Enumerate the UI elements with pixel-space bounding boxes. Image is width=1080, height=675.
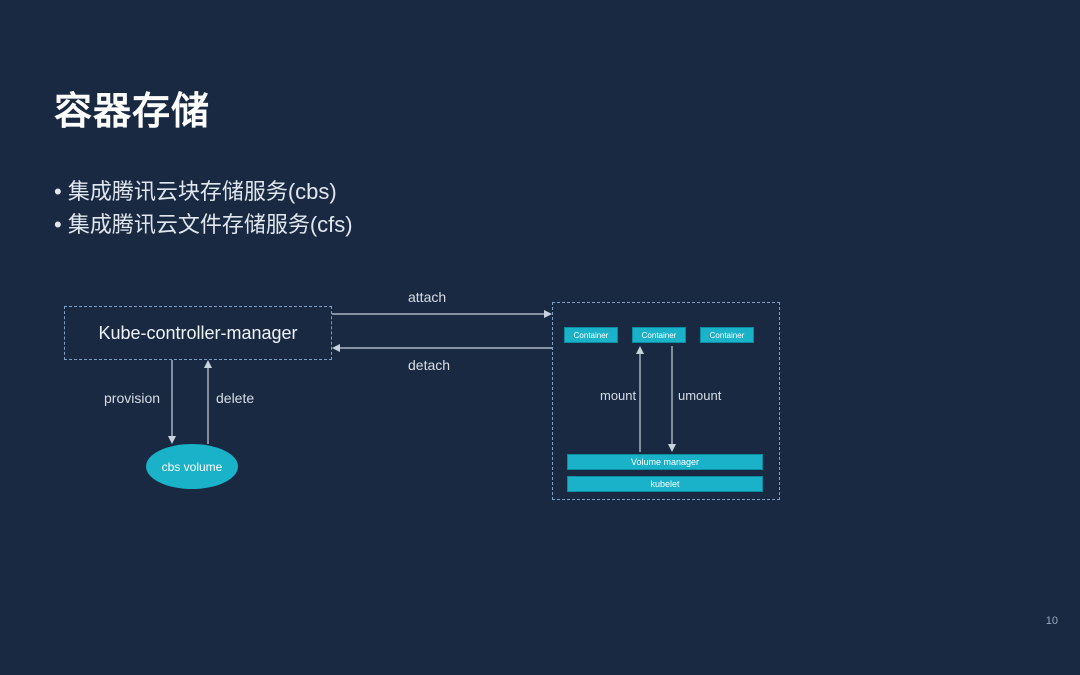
bullet-item: 集成腾讯云文件存储服务(cfs) [54,208,353,241]
kube-controller-manager-box: Kube-controller-manager [64,306,332,360]
umount-label: umount [678,388,721,403]
bullet-item: 集成腾讯云块存储服务(cbs) [54,175,353,208]
container-chip: Container [564,327,618,343]
attach-label: attach [408,289,446,305]
page-number: 10 [1046,615,1058,627]
cbs-volume-label: cbs volume [162,460,223,474]
kubelet-bar: kubelet [567,476,763,492]
bullet-list: 集成腾讯云块存储服务(cbs) 集成腾讯云文件存储服务(cfs) [54,175,353,241]
container-chip: Container [632,327,686,343]
mount-label: mount [600,388,636,403]
slide-title: 容器存储 [54,80,210,135]
container-chip: Container [700,327,754,343]
kcm-label: Kube-controller-manager [98,323,297,344]
cbs-volume-ellipse: cbs volume [146,444,238,489]
delete-label: delete [216,390,254,406]
volume-manager-bar: Volume manager [567,454,763,470]
detach-label: detach [408,357,450,373]
provision-label: provision [104,390,160,406]
slide: 容器存储 集成腾讯云块存储服务(cbs) 集成腾讯云文件存储服务(cfs) Ku… [0,0,1080,675]
